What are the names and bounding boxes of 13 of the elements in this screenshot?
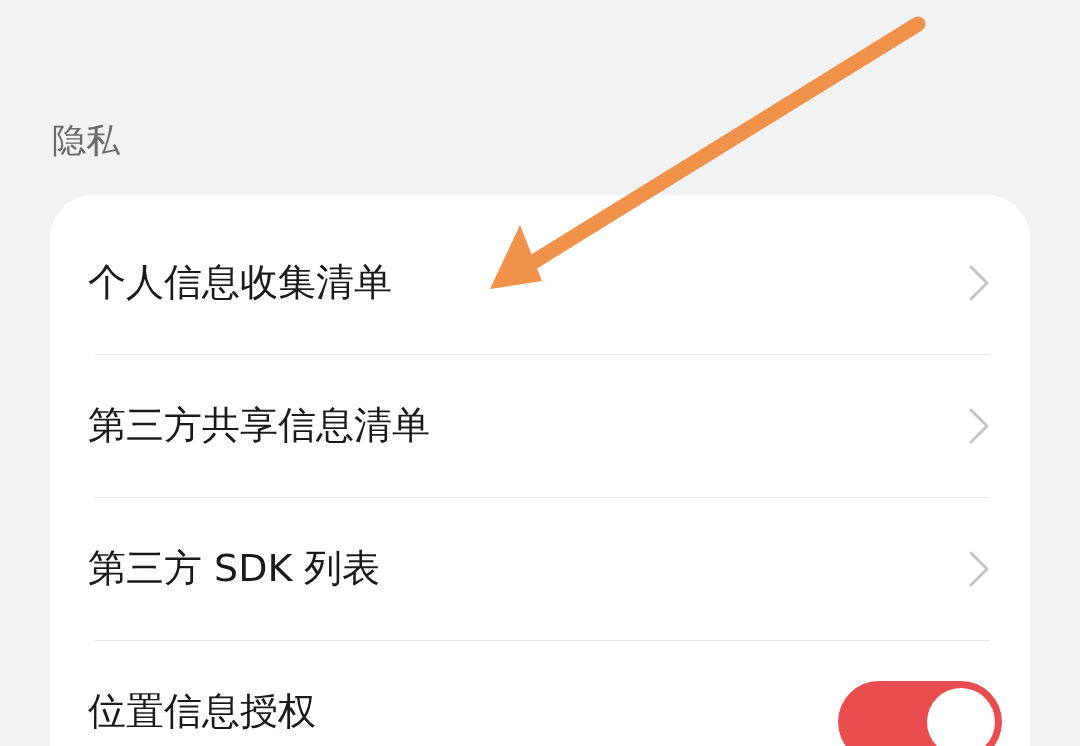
row-label: 第三方共享信息清单 bbox=[88, 402, 431, 449]
row-label: 位置信息授权 bbox=[88, 688, 317, 735]
row-label: 个人信息收集清单 bbox=[88, 259, 393, 306]
row-label: 第三方 SDK 列表 bbox=[88, 545, 382, 592]
settings-row[interactable]: 个人信息收集清单 bbox=[50, 211, 1030, 354]
settings-row[interactable]: 第三方共享信息清单 bbox=[50, 354, 1030, 497]
section-title: 隐私 bbox=[51, 119, 120, 162]
settings-row[interactable]: 位置信息授权 bbox=[50, 640, 1030, 746]
chevron-right-icon bbox=[968, 263, 990, 302]
toggle-switch[interactable] bbox=[838, 680, 1002, 746]
settings-row[interactable]: 第三方 SDK 列表 bbox=[50, 497, 1030, 640]
chevron-right-icon bbox=[968, 549, 990, 588]
chevron-right-icon bbox=[968, 406, 990, 445]
